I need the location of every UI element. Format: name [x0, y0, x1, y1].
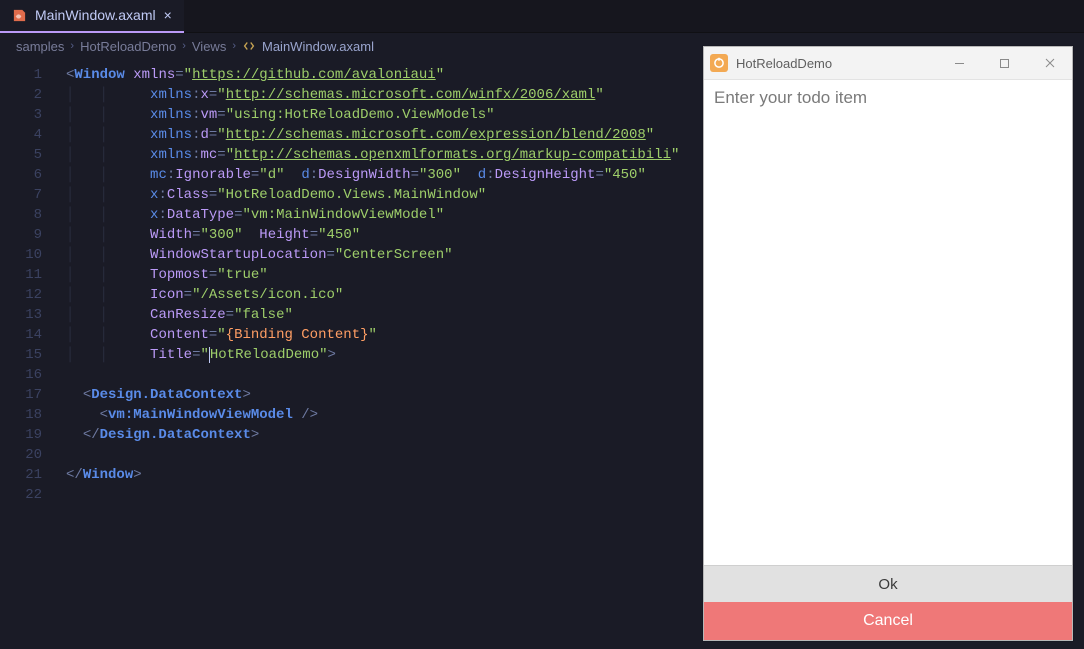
preview-title: HotReloadDemo [736, 56, 937, 71]
breadcrumb-item[interactable]: samples [16, 39, 64, 54]
preview-window: HotReloadDemo Ok Cancel [703, 46, 1073, 641]
maximize-button[interactable] [982, 47, 1027, 80]
line-number: 1 [0, 65, 56, 85]
line-number: 16 [0, 365, 56, 385]
preview-button-bar: Ok Cancel [704, 565, 1072, 640]
line-number-gutter: 12345678910111213141516171819202122 [0, 65, 56, 505]
window-close-button[interactable] [1027, 47, 1072, 80]
minimize-button[interactable] [937, 47, 982, 80]
breadcrumb-filename: MainWindow.axaml [262, 39, 374, 54]
line-number: 5 [0, 145, 56, 165]
tab-close-button[interactable]: × [164, 7, 172, 23]
line-number: 2 [0, 85, 56, 105]
chevron-right-icon: › [182, 40, 186, 52]
breadcrumb-item[interactable]: MainWindow.axaml [242, 39, 374, 54]
line-number: 14 [0, 325, 56, 345]
line-number: 17 [0, 385, 56, 405]
line-number: 7 [0, 185, 56, 205]
line-number: 15 [0, 345, 56, 365]
xml-element-icon [242, 39, 256, 53]
line-number: 10 [0, 245, 56, 265]
app-icon [710, 54, 728, 72]
line-number: 9 [0, 225, 56, 245]
line-number: 22 [0, 485, 56, 505]
line-number: 19 [0, 425, 56, 445]
line-number: 21 [0, 465, 56, 485]
ok-button[interactable]: Ok [704, 566, 1072, 602]
tab-filename: MainWindow.axaml [35, 7, 156, 23]
breadcrumb-item[interactable]: HotReloadDemo [80, 39, 176, 54]
breadcrumb-item[interactable]: Views [192, 39, 226, 54]
xaml-file-icon [12, 8, 27, 23]
chevron-right-icon: › [232, 40, 236, 52]
line-number: 3 [0, 105, 56, 125]
preview-body [704, 80, 1072, 565]
line-number: 12 [0, 285, 56, 305]
tab-mainwindow[interactable]: MainWindow.axaml × [0, 0, 184, 33]
line-number: 6 [0, 165, 56, 185]
chevron-right-icon: › [70, 40, 74, 52]
line-number: 13 [0, 305, 56, 325]
line-number: 20 [0, 445, 56, 465]
preview-titlebar[interactable]: HotReloadDemo [704, 47, 1072, 80]
todo-input[interactable] [714, 88, 1062, 108]
line-number: 8 [0, 205, 56, 225]
line-number: 18 [0, 405, 56, 425]
line-number: 11 [0, 265, 56, 285]
cancel-button[interactable]: Cancel [704, 602, 1072, 640]
tab-bar: MainWindow.axaml × [0, 0, 1084, 33]
line-number: 4 [0, 125, 56, 145]
